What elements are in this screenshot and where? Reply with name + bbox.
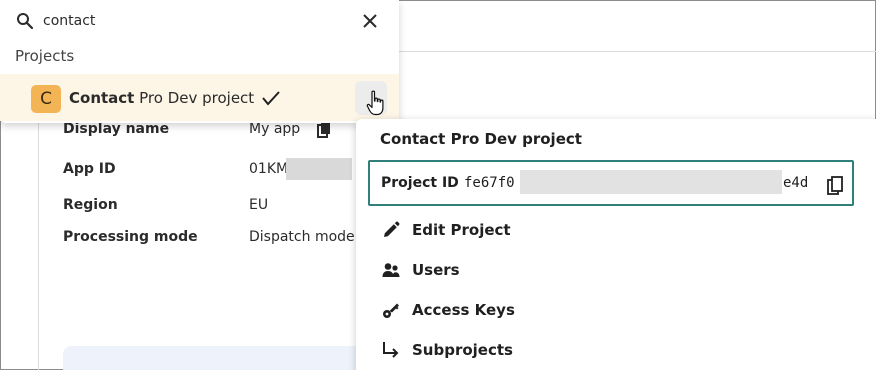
users-icon (382, 263, 400, 277)
avatar-letter: C (40, 89, 52, 109)
menu-item-access-keys[interactable]: Access Keys (382, 297, 682, 325)
project-name-rest: Pro Dev project (134, 89, 255, 107)
region-label: Region (63, 197, 118, 213)
key-icon (383, 303, 399, 318)
menu-item-subprojects[interactable]: Subprojects (382, 337, 682, 365)
copy-icon[interactable] (317, 122, 331, 138)
project-name: Contact Pro Dev project (69, 89, 254, 107)
menu-title: Contact Pro Dev project (380, 130, 582, 148)
redacted-app-id (286, 158, 352, 180)
content-divider (38, 120, 39, 370)
subdirectory-arrow-icon (383, 342, 399, 358)
project-list-item[interactable]: C Contact Pro Dev project (0, 74, 399, 121)
menu-item-label: Subprojects (412, 341, 513, 359)
project-name-match: Contact (69, 89, 135, 107)
app-id-label: App ID (63, 161, 116, 177)
project-id-end: e4d (783, 175, 809, 191)
menu-item-edit-project[interactable]: Edit Project (382, 217, 682, 245)
processing-mode-value: Dispatch mode (249, 229, 355, 245)
project-avatar: C (31, 85, 61, 113)
display-name-label: Display name (63, 121, 170, 137)
pencil-icon (384, 221, 400, 237)
processing-mode-label: Processing mode (63, 229, 198, 245)
info-panel (63, 346, 363, 370)
project-id-start: fe67f0 (464, 175, 515, 191)
menu-item-label: Access Keys (412, 301, 515, 319)
project-search-dropdown: Projects C Contact Pro Dev project (0, 0, 399, 123)
copy-project-id-icon[interactable] (827, 176, 843, 195)
hand-cursor-icon (366, 90, 384, 116)
close-icon[interactable] (361, 12, 379, 30)
region-value: EU (249, 197, 269, 213)
menu-item-label: Edit Project (412, 221, 511, 239)
menu-item-users[interactable]: Users (382, 257, 682, 285)
search-icon (17, 13, 34, 30)
project-id-field[interactable]: Project ID fe67f0 e4d (368, 160, 854, 206)
projects-heading: Projects (15, 47, 75, 65)
project-context-menu: Contact Pro Dev project Project ID fe67f… (356, 119, 876, 370)
project-id-label: Project ID (381, 175, 459, 191)
search-input[interactable] (43, 11, 343, 31)
display-name-value: My app (249, 121, 301, 137)
check-icon (262, 91, 280, 106)
app-id-value: 01KM (249, 161, 289, 177)
header-divider (390, 51, 876, 52)
redacted-project-id (520, 170, 782, 194)
menu-item-label: Users (412, 261, 460, 279)
